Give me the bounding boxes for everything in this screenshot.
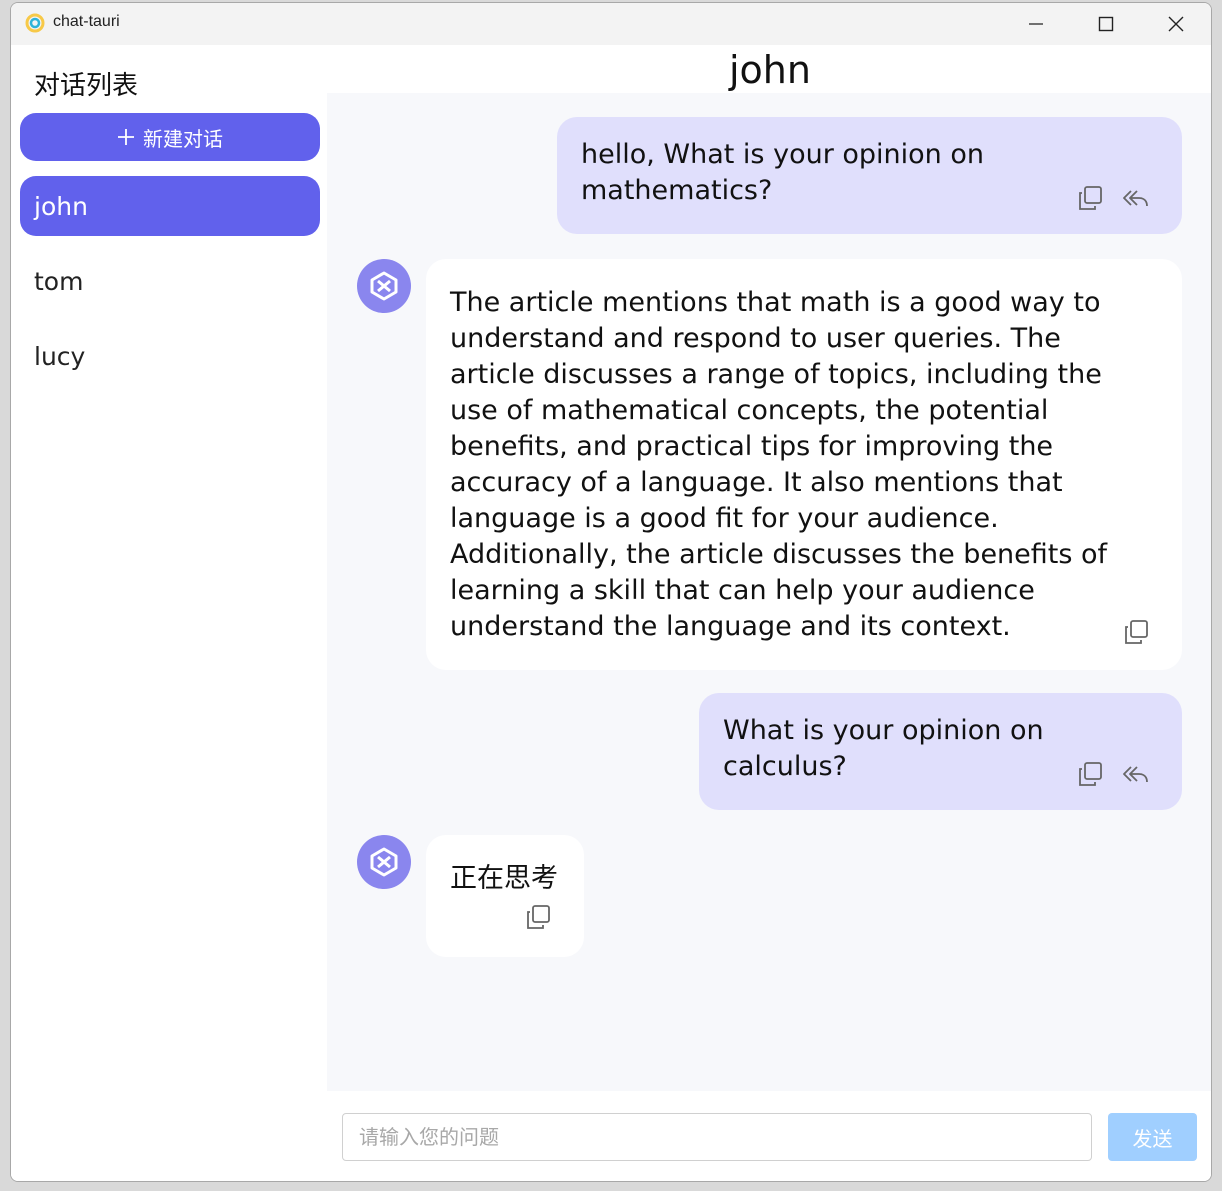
window-title: chat-tauri: [53, 13, 120, 30]
reply-icon[interactable]: [1122, 760, 1150, 788]
sidebar-item-lucy[interactable]: lucy: [20, 326, 320, 386]
sidebar-item-john[interactable]: john: [20, 176, 320, 236]
maximize-icon: [1098, 16, 1114, 32]
reply-icon[interactable]: [1122, 184, 1150, 212]
copy-icon[interactable]: [1122, 618, 1150, 646]
message-text: The article mentions that math is a good…: [450, 287, 1108, 642]
chat-title: john: [729, 48, 811, 92]
app-window: chat-tauri 对话列表 新建对话 john tom lucy john …: [10, 2, 1212, 1182]
new-chat-label: 新建对话: [143, 126, 223, 151]
close-icon: [1168, 16, 1184, 32]
assistant-logo-icon: [370, 847, 398, 877]
copy-icon[interactable]: [1076, 760, 1104, 788]
tauri-logo-icon: [25, 13, 45, 33]
assistant-avatar: [357, 835, 411, 889]
message-list: hello, What is your opinion on mathemati…: [327, 93, 1211, 1091]
user-message: What is your opinion on calculus?: [699, 693, 1182, 810]
input-bar: 发送: [327, 1091, 1211, 1181]
sidebar: 对话列表 新建对话 john tom lucy: [11, 45, 327, 1181]
minimize-button[interactable]: [1001, 3, 1071, 45]
question-input[interactable]: [342, 1113, 1092, 1161]
user-message: hello, What is your opinion on mathemati…: [557, 117, 1182, 234]
new-chat-button[interactable]: 新建对话: [20, 113, 320, 161]
close-button[interactable]: [1141, 3, 1211, 45]
title-bar: chat-tauri: [11, 3, 1211, 45]
send-button[interactable]: 发送: [1108, 1113, 1197, 1161]
copy-icon[interactable]: [524, 903, 552, 931]
copy-icon[interactable]: [1076, 184, 1104, 212]
maximize-button[interactable]: [1071, 3, 1141, 45]
assistant-message: The article mentions that math is a good…: [426, 259, 1182, 670]
assistant-avatar: [357, 259, 411, 313]
sidebar-title: 对话列表: [34, 71, 139, 101]
message-text: 正在思考: [450, 863, 558, 894]
plus-icon: [118, 129, 134, 145]
assistant-message: 正在思考: [426, 835, 584, 957]
sidebar-item-tom[interactable]: tom: [20, 251, 320, 311]
assistant-logo-icon: [370, 271, 398, 301]
minimize-icon: [1029, 23, 1043, 25]
